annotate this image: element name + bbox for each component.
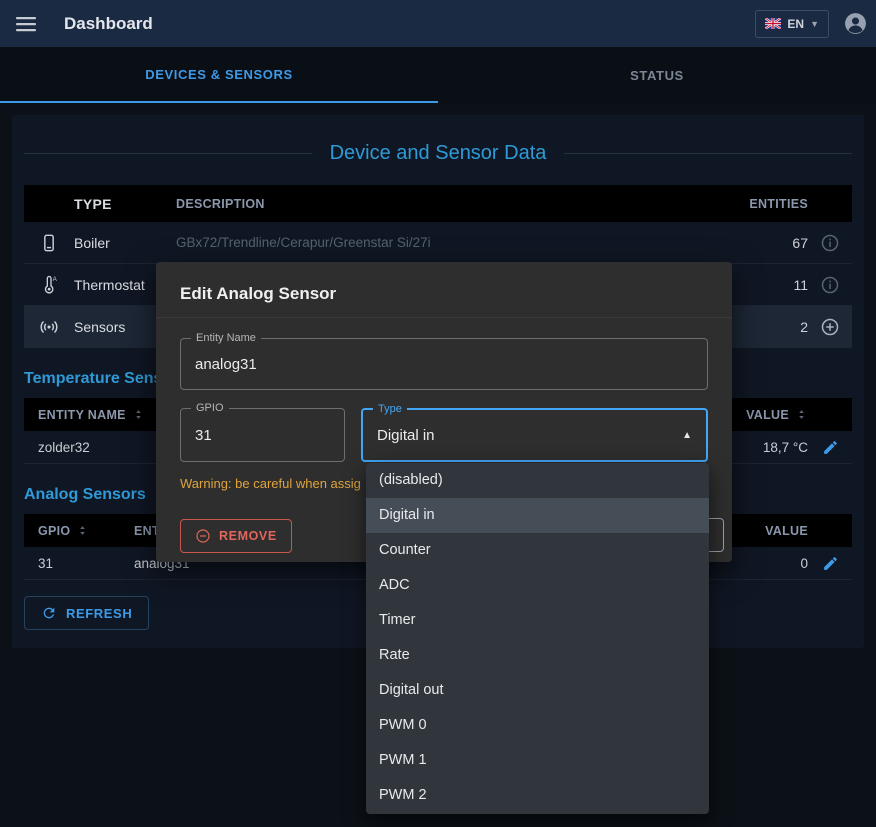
device-table-header: TYPE DESCRIPTION ENTITIES [24,185,852,222]
remove-label: REMOVE [219,529,277,543]
svg-text:A: A [53,276,58,283]
menu-option-pwm0[interactable]: PWM 0 [366,708,709,743]
sensor-gpio: 31 [24,556,120,571]
app-header: Dashboard EN ▼ [0,0,876,47]
sensors-icon [24,316,74,338]
menu-option-disabled[interactable]: (disabled) [366,463,709,498]
header-value: VALUE [746,408,789,422]
header-gpio: GPIO [38,524,70,538]
menu-option-rate[interactable]: Rate [366,638,709,673]
minus-circle-icon [195,528,211,544]
user-avatar-icon[interactable] [843,11,868,36]
menu-option-pwm1[interactable]: PWM 1 [366,743,709,778]
type-dropdown-menu: (disabled) Digital in Counter ADC Timer … [366,463,709,814]
gpio-label: GPIO [191,402,229,415]
divider [564,153,852,154]
device-description: GBx72/Trendline/Cerapur/Greenstar Si/27i [176,235,688,250]
sort-icon[interactable] [76,524,89,537]
uk-flag-icon [765,18,781,29]
type-label: Type [373,403,407,416]
tab-bar: DEVICES & SENSORS STATUS [0,47,876,103]
edit-pencil-icon[interactable] [808,555,852,572]
type-selected-value: Digital in [363,427,682,444]
chevron-up-icon: ▲ [682,430,692,441]
header-value: VALUE [765,524,808,538]
tab-devices-sensors[interactable]: DEVICES & SENSORS [0,47,438,103]
header-entities: ENTITIES [688,197,808,211]
menu-option-pwm2[interactable]: PWM 2 [366,778,709,813]
table-row-boiler[interactable]: Boiler GBx72/Trendline/Cerapur/Greenstar… [24,222,852,264]
thermostat-icon: A [24,275,74,295]
menu-icon[interactable] [16,16,36,32]
entity-name-field[interactable]: Entity Name [180,338,708,390]
gpio-field[interactable]: GPIO [180,408,345,462]
refresh-button[interactable]: REFRESH [24,596,149,630]
add-circle-icon[interactable] [808,317,852,337]
language-label: EN [787,17,804,31]
gpio-input[interactable] [181,427,344,444]
dashboard-page: { "colors": { "accent": "#3d9ae8", "head… [0,0,876,827]
tab-status[interactable]: STATUS [438,47,876,103]
remove-button[interactable]: REMOVE [180,519,292,553]
header-description: DESCRIPTION [176,197,688,211]
header-type: TYPE [74,196,176,212]
divider [24,153,312,154]
menu-option-timer[interactable]: Timer [366,603,709,638]
menu-option-adc[interactable]: ADC [366,568,709,603]
menu-option-digital-out[interactable]: Digital out [366,673,709,708]
menu-option-digital-in[interactable]: Digital in [366,498,709,533]
refresh-icon [41,605,57,621]
type-select[interactable]: Type Digital in ▲ [361,408,708,462]
info-icon[interactable] [808,233,852,253]
card-title-row: Device and Sensor Data [24,139,852,167]
header-entity-name: ENTITY NAME [38,408,126,422]
sort-icon[interactable] [132,408,145,421]
page-title: Dashboard [64,14,153,34]
device-type: Boiler [74,235,176,251]
card-title: Device and Sensor Data [330,142,547,165]
refresh-label: REFRESH [66,606,132,621]
entity-name-label: Entity Name [191,332,261,345]
boiler-icon [24,233,74,253]
entity-name-input[interactable] [181,356,707,373]
menu-option-counter[interactable]: Counter [366,533,709,568]
dialog-title: Edit Analog Sensor [156,262,732,318]
sort-icon[interactable] [795,408,808,421]
edit-pencil-icon[interactable] [808,439,852,456]
chevron-down-icon: ▼ [810,19,819,29]
device-entities: 67 [688,235,808,251]
info-icon[interactable] [808,275,852,295]
language-selector[interactable]: EN ▼ [755,10,829,38]
